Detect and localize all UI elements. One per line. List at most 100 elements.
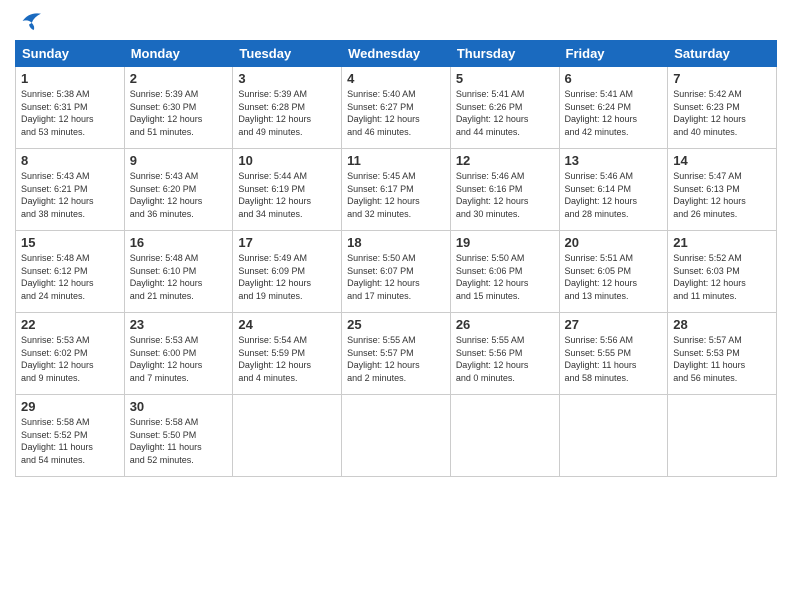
- day-info: Sunrise: 5:44 AMSunset: 6:19 PMDaylight:…: [238, 170, 336, 220]
- day-number: 19: [456, 235, 554, 250]
- week-row-5: 29 Sunrise: 5:58 AMSunset: 5:52 PMDayligh…: [16, 395, 777, 477]
- day-cell-18: 18 Sunrise: 5:50 AMSunset: 6:07 PMDayligh…: [342, 231, 451, 313]
- day-info: Sunrise: 5:49 AMSunset: 6:09 PMDaylight:…: [238, 252, 336, 302]
- logo: [15, 10, 47, 32]
- day-cell-21: 21 Sunrise: 5:52 AMSunset: 6:03 PMDayligh…: [668, 231, 777, 313]
- week-row-2: 8Sunrise: 5:43 AMSunset: 6:21 PMDaylight…: [16, 149, 777, 231]
- day-number: 4: [347, 71, 445, 86]
- day-number: 15: [21, 235, 119, 250]
- day-number: 14: [673, 153, 771, 168]
- day-cell-6: 6Sunrise: 5:41 AMSunset: 6:24 PMDaylight…: [559, 67, 668, 149]
- day-info: Sunrise: 5:47 AMSunset: 6:13 PMDaylight:…: [673, 170, 771, 220]
- col-header-saturday: Saturday: [668, 41, 777, 67]
- col-header-wednesday: Wednesday: [342, 41, 451, 67]
- day-info: Sunrise: 5:53 AMSunset: 6:00 PMDaylight:…: [130, 334, 228, 384]
- logo-icon: [15, 10, 43, 32]
- day-info: Sunrise: 5:43 AMSunset: 6:20 PMDaylight:…: [130, 170, 228, 220]
- day-info: Sunrise: 5:46 AMSunset: 6:16 PMDaylight:…: [456, 170, 554, 220]
- day-cell-4: 4 Sunrise: 5:40 AMSunset: 6:27 PMDaylight…: [342, 67, 451, 149]
- day-cell-5: 5 Sunrise: 5:41 AMSunset: 6:26 PMDaylight…: [450, 67, 559, 149]
- day-number: 2: [130, 71, 228, 86]
- header: [15, 10, 777, 32]
- day-number: 7: [673, 71, 771, 86]
- day-info: Sunrise: 5:38 AMSunset: 6:31 PMDaylight:…: [21, 88, 119, 138]
- day-cell-16: 16Sunrise: 5:48 AMSunset: 6:10 PMDayligh…: [124, 231, 233, 313]
- day-cell-19: 19 Sunrise: 5:50 AMSunset: 6:06 PMDayligh…: [450, 231, 559, 313]
- day-info: Sunrise: 5:52 AMSunset: 6:03 PMDaylight:…: [673, 252, 771, 302]
- day-number: 11: [347, 153, 445, 168]
- day-cell-17: 17 Sunrise: 5:49 AMSunset: 6:09 PMDayligh…: [233, 231, 342, 313]
- day-number: 29: [21, 399, 119, 414]
- day-cell-11: 11 Sunrise: 5:45 AMSunset: 6:17 PMDayligh…: [342, 149, 451, 231]
- week-row-4: 22 Sunrise: 5:53 AMSunset: 6:02 PMDayligh…: [16, 313, 777, 395]
- day-number: 5: [456, 71, 554, 86]
- day-info: Sunrise: 5:40 AMSunset: 6:27 PMDaylight:…: [347, 88, 445, 138]
- day-cell-3: 3 Sunrise: 5:39 AMSunset: 6:28 PMDaylight…: [233, 67, 342, 149]
- col-header-friday: Friday: [559, 41, 668, 67]
- day-info: Sunrise: 5:46 AMSunset: 6:14 PMDaylight:…: [565, 170, 663, 220]
- empty-cell: [450, 395, 559, 477]
- day-cell-26: 26Sunrise: 5:55 AMSunset: 5:56 PMDayligh…: [450, 313, 559, 395]
- day-cell-24: 24 Sunrise: 5:54 AMSunset: 5:59 PMDayligh…: [233, 313, 342, 395]
- col-header-thursday: Thursday: [450, 41, 559, 67]
- day-info: Sunrise: 5:50 AMSunset: 6:06 PMDaylight:…: [456, 252, 554, 302]
- day-info: Sunrise: 5:43 AMSunset: 6:21 PMDaylight:…: [21, 170, 119, 220]
- day-cell-2: 2 Sunrise: 5:39 AMSunset: 6:30 PMDaylight…: [124, 67, 233, 149]
- day-info: Sunrise: 5:39 AMSunset: 6:28 PMDaylight:…: [238, 88, 336, 138]
- day-cell-7: 7 Sunrise: 5:42 AMSunset: 6:23 PMDaylight…: [668, 67, 777, 149]
- day-cell-28: 28 Sunrise: 5:57 AMSunset: 5:53 PMDayligh…: [668, 313, 777, 395]
- day-number: 18: [347, 235, 445, 250]
- day-info: Sunrise: 5:50 AMSunset: 6:07 PMDaylight:…: [347, 252, 445, 302]
- day-cell-8: 8Sunrise: 5:43 AMSunset: 6:21 PMDaylight…: [16, 149, 125, 231]
- day-cell-29: 29 Sunrise: 5:58 AMSunset: 5:52 PMDayligh…: [16, 395, 125, 477]
- day-number: 9: [130, 153, 228, 168]
- day-number: 13: [565, 153, 663, 168]
- day-info: Sunrise: 5:53 AMSunset: 6:02 PMDaylight:…: [21, 334, 119, 384]
- day-info: Sunrise: 5:58 AMSunset: 5:52 PMDaylight:…: [21, 416, 119, 466]
- day-cell-14: 14 Sunrise: 5:47 AMSunset: 6:13 PMDayligh…: [668, 149, 777, 231]
- day-number: 20: [565, 235, 663, 250]
- day-number: 21: [673, 235, 771, 250]
- day-info: Sunrise: 5:45 AMSunset: 6:17 PMDaylight:…: [347, 170, 445, 220]
- empty-cell: [668, 395, 777, 477]
- day-info: Sunrise: 5:41 AMSunset: 6:26 PMDaylight:…: [456, 88, 554, 138]
- day-info: Sunrise: 5:57 AMSunset: 5:53 PMDaylight:…: [673, 334, 771, 384]
- day-info: Sunrise: 5:48 AMSunset: 6:10 PMDaylight:…: [130, 252, 228, 302]
- day-cell-9: 9 Sunrise: 5:43 AMSunset: 6:20 PMDaylight…: [124, 149, 233, 231]
- day-cell-12: 12 Sunrise: 5:46 AMSunset: 6:16 PMDayligh…: [450, 149, 559, 231]
- day-number: 12: [456, 153, 554, 168]
- day-number: 17: [238, 235, 336, 250]
- col-header-sunday: Sunday: [16, 41, 125, 67]
- calendar-table: SundayMondayTuesdayWednesdayThursdayFrid…: [15, 40, 777, 477]
- day-number: 30: [130, 399, 228, 414]
- day-cell-30: 30 Sunrise: 5:58 AMSunset: 5:50 PMDayligh…: [124, 395, 233, 477]
- day-info: Sunrise: 5:55 AMSunset: 5:57 PMDaylight:…: [347, 334, 445, 384]
- calendar-container: SundayMondayTuesdayWednesdayThursdayFrid…: [0, 0, 792, 612]
- day-number: 1: [21, 71, 119, 86]
- day-number: 28: [673, 317, 771, 332]
- day-cell-20: 20 Sunrise: 5:51 AMSunset: 6:05 PMDayligh…: [559, 231, 668, 313]
- day-cell-23: 23Sunrise: 5:53 AMSunset: 6:00 PMDayligh…: [124, 313, 233, 395]
- day-info: Sunrise: 5:58 AMSunset: 5:50 PMDaylight:…: [130, 416, 228, 466]
- empty-cell: [342, 395, 451, 477]
- day-info: Sunrise: 5:54 AMSunset: 5:59 PMDaylight:…: [238, 334, 336, 384]
- day-cell-22: 22 Sunrise: 5:53 AMSunset: 6:02 PMDayligh…: [16, 313, 125, 395]
- empty-cell: [559, 395, 668, 477]
- day-number: 22: [21, 317, 119, 332]
- day-cell-1: 1 Sunrise: 5:38 AMSunset: 6:31 PMDaylight…: [16, 67, 125, 149]
- day-info: Sunrise: 5:41 AMSunset: 6:24 PMDaylight:…: [565, 88, 663, 138]
- day-number: 3: [238, 71, 336, 86]
- day-cell-15: 15Sunrise: 5:48 AMSunset: 6:12 PMDayligh…: [16, 231, 125, 313]
- day-number: 27: [565, 317, 663, 332]
- day-info: Sunrise: 5:51 AMSunset: 6:05 PMDaylight:…: [565, 252, 663, 302]
- empty-cell: [233, 395, 342, 477]
- day-info: Sunrise: 5:42 AMSunset: 6:23 PMDaylight:…: [673, 88, 771, 138]
- day-info: Sunrise: 5:39 AMSunset: 6:30 PMDaylight:…: [130, 88, 228, 138]
- day-cell-10: 10 Sunrise: 5:44 AMSunset: 6:19 PMDayligh…: [233, 149, 342, 231]
- day-number: 24: [238, 317, 336, 332]
- day-number: 25: [347, 317, 445, 332]
- header-row: SundayMondayTuesdayWednesdayThursdayFrid…: [16, 41, 777, 67]
- week-row-1: 1 Sunrise: 5:38 AMSunset: 6:31 PMDaylight…: [16, 67, 777, 149]
- day-info: Sunrise: 5:56 AMSunset: 5:55 PMDaylight:…: [565, 334, 663, 384]
- day-number: 10: [238, 153, 336, 168]
